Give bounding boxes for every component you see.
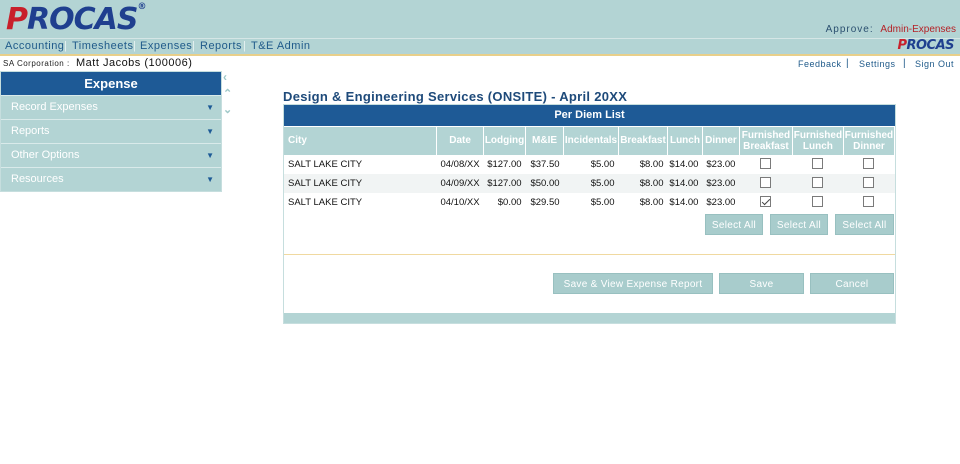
sign-out-link[interactable]: Sign Out (915, 59, 954, 69)
caret-down-icon: ▼ (206, 175, 214, 184)
furnished-breakfast-checkbox[interactable] (760, 158, 772, 170)
cell-dinner: $23.00 (702, 173, 740, 193)
chevron-up-icon[interactable]: ⌃ (223, 87, 232, 100)
sidebar-item-label: Record Expenses (11, 101, 98, 113)
cell-breakfast: $8.00 (639, 196, 664, 208)
cell-lodging: $0.00 (497, 196, 522, 208)
select-all-dinner-button[interactable]: Select All (835, 214, 894, 235)
sidebar-item-label: Other Options (11, 149, 80, 161)
furnished-dinner-checkbox[interactable] (863, 158, 875, 170)
cell-lunch: $14.00 (669, 158, 699, 170)
current-user: Matt Jacobs (100006) (76, 57, 193, 69)
nav-accounting[interactable]: Accounting (5, 40, 64, 52)
table-header-row: City Date Lodging M&IE Incidentals Break… (284, 126, 896, 155)
cell-lodging: $127.00 (483, 173, 526, 193)
col-header-furnished-lunch: Furnished Lunch (792, 126, 844, 155)
cell-incidentals: $5.00 (590, 158, 615, 170)
chevron-down-icon[interactable]: ⌄ (223, 103, 232, 116)
approve-label: Approve: (825, 24, 874, 35)
cell-city: SALT LAKE CITY (288, 158, 363, 170)
furnished-lunch-checkbox[interactable] (812, 158, 824, 170)
corporation-label: SA Corporation : (3, 59, 70, 68)
cell-dinner: $23.00 (706, 158, 736, 170)
sidebar-item-label: Resources (11, 173, 64, 185)
caret-down-icon: ▼ (206, 151, 214, 160)
select-all-lunch-button[interactable]: Select All (770, 214, 828, 235)
save-and-view-report-button[interactable]: Save & View Expense Report (553, 273, 713, 294)
procas-small-logo: PROCAS (897, 38, 954, 53)
cell-lodging: $127.00 (487, 158, 522, 170)
sidebar-item-reports[interactable]: Reports ▼ (1, 119, 221, 143)
col-header-furnished-dinner: Furnished Dinner (843, 126, 896, 155)
furnished-dinner-checkbox[interactable] (863, 196, 875, 208)
sidebar-title: Expense (1, 72, 221, 95)
cell-lunch: $14.00 (669, 196, 699, 208)
cell-date: 04/08/XX (440, 158, 480, 170)
procas-logo: PROCAS® (6, 2, 146, 37)
approve-indicator: Approve: Admin-Expenses (826, 24, 956, 35)
col-header-date: Date (436, 126, 485, 155)
col-header-mie: M&IE (525, 126, 565, 155)
cell-incidentals: $5.00 (590, 196, 615, 208)
header-divider (0, 54, 960, 56)
per-diem-table: City Date Lodging M&IE Incidentals Break… (284, 126, 896, 212)
top-header: PROCAS® Approve: Admin-Expenses (0, 0, 960, 38)
save-button[interactable]: Save (719, 273, 804, 294)
caret-down-icon: ▼ (206, 127, 214, 136)
sidebar: Expense Record Expenses ▼ Reports ▼ Othe… (0, 71, 222, 192)
furnished-lunch-checkbox[interactable] (812, 177, 824, 189)
furnished-breakfast-checkbox[interactable] (760, 177, 772, 189)
select-all-breakfast-button[interactable]: Select All (705, 214, 763, 235)
sidebar-item-label: Reports (11, 125, 50, 137)
furnished-lunch-checkbox[interactable] (812, 196, 824, 208)
col-header-dinner: Dinner (702, 126, 740, 155)
settings-link[interactable]: Settings (859, 59, 896, 69)
cell-breakfast: $8.00 (639, 158, 664, 170)
cell-city: SALT LAKE CITY (284, 173, 437, 193)
section-divider (284, 254, 895, 255)
nav-te-admin[interactable]: T&E Admin (251, 40, 311, 52)
feedback-link[interactable]: Feedback (798, 59, 842, 69)
furnished-breakfast-checkbox[interactable] (760, 196, 772, 208)
cell-date: 04/09/XX (436, 173, 484, 193)
nav-reports[interactable]: Reports (200, 40, 242, 52)
cell-mie: $29.50 (530, 196, 560, 208)
col-header-breakfast: Breakfast (618, 126, 668, 155)
cell-dinner: $23.00 (706, 196, 736, 208)
cell-city: SALT LAKE CITY (288, 196, 363, 208)
col-header-lunch: Lunch (667, 126, 703, 155)
sidebar-item-record-expenses[interactable]: Record Expenses ▼ (1, 95, 221, 119)
col-header-furnished-breakfast: Furnished Breakfast (739, 126, 793, 155)
page-title: Design & Engineering Services (ONSITE) -… (283, 89, 628, 104)
cell-lunch: $14.00 (667, 173, 703, 193)
nav-timesheets[interactable]: Timesheets (72, 40, 133, 52)
collapse-sidebar-icon[interactable]: ‹ (223, 70, 227, 84)
cell-incidentals: $5.00 (563, 173, 619, 193)
per-diem-panel: Per Diem List City Date Lodging M&IE Inc… (283, 104, 896, 324)
cell-date: 04/10/XX (440, 196, 480, 208)
sidebar-item-resources[interactable]: Resources ▼ (1, 167, 221, 191)
cell-mie: $50.00 (525, 173, 564, 193)
approve-role-link[interactable]: Admin-Expenses (880, 24, 956, 35)
table-row: SALT LAKE CITY 04/08/XX $127.00 $37.50 $… (284, 155, 895, 174)
cell-mie: $37.50 (530, 158, 560, 170)
col-header-incidentals: Incidentals (563, 126, 619, 155)
main-nav: Accounting | Timesheets | Expenses | Rep… (0, 38, 960, 54)
furnished-dinner-checkbox[interactable] (863, 177, 875, 189)
table-row: SALT LAKE CITY 04/10/XX $0.00 $29.50 $5.… (284, 193, 895, 212)
caret-down-icon: ▼ (206, 103, 214, 112)
table-row: SALT LAKE CITY 04/09/XX $127.00 $50.00 $… (284, 173, 895, 193)
col-header-city: City (284, 126, 438, 155)
panel-footer (284, 313, 895, 323)
panel-title: Per Diem List (284, 105, 895, 126)
sidebar-item-other-options[interactable]: Other Options ▼ (1, 143, 221, 167)
cell-breakfast: $8.00 (618, 173, 668, 193)
cancel-button[interactable]: Cancel (810, 273, 894, 294)
nav-expenses[interactable]: Expenses (140, 40, 192, 52)
col-header-lodging: Lodging (483, 126, 527, 155)
